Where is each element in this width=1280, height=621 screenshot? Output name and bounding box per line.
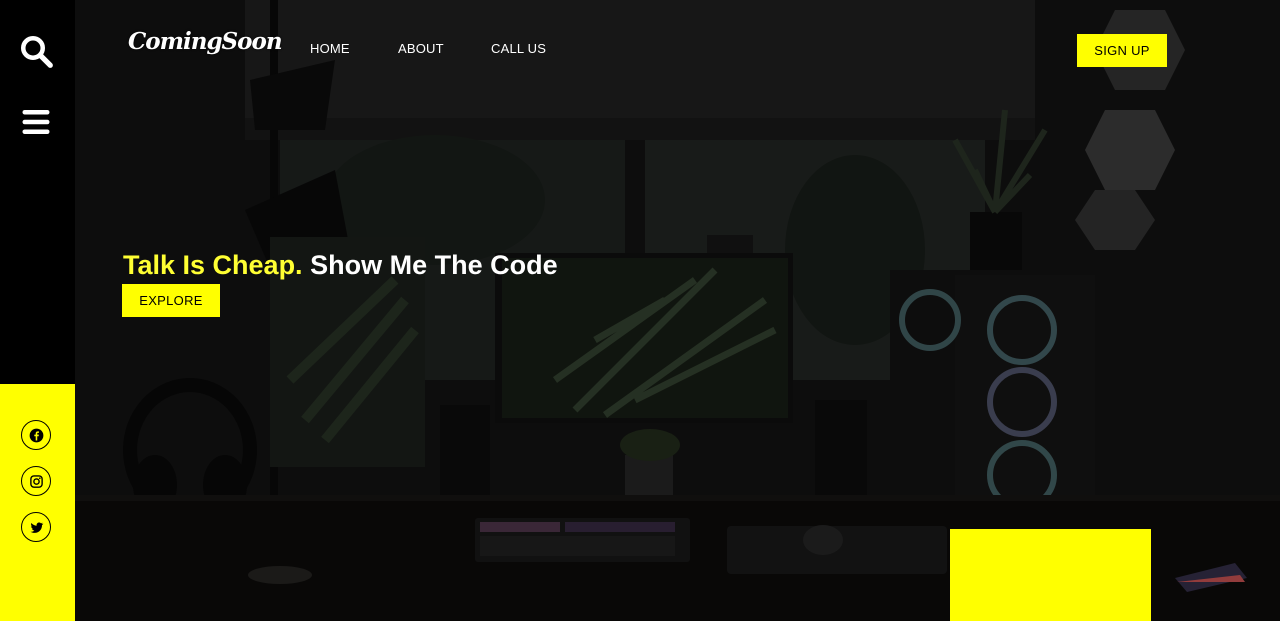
instagram-icon[interactable] [21, 466, 51, 496]
facebook-icon[interactable] [21, 420, 51, 450]
brand-logo[interactable]: ComingSoon [128, 28, 283, 55]
hamburger-menu-icon[interactable] [18, 104, 54, 140]
sign-up-button[interactable]: SIGN UP [1077, 34, 1167, 67]
landing-page: ComingSoon HOME ABOUT CALL US SIGN UP Ta… [0, 0, 1280, 621]
nav-call-us[interactable]: CALL US [491, 41, 546, 56]
nav-home[interactable]: HOME [310, 41, 350, 56]
accent-block [950, 529, 1151, 621]
nav-about[interactable]: ABOUT [398, 41, 444, 56]
explore-button[interactable]: EXPLORE [122, 284, 220, 317]
twitter-icon[interactable] [21, 512, 51, 542]
headline-rest: Show Me The Code [310, 250, 558, 280]
left-rail [0, 0, 75, 384]
social-panel [0, 384, 75, 621]
hero-headline: Talk Is Cheap. Show Me The Code [123, 250, 558, 281]
hero-background-image [75, 0, 1280, 621]
search-icon[interactable] [18, 33, 54, 69]
headline-highlight: Talk Is Cheap. [123, 250, 303, 280]
